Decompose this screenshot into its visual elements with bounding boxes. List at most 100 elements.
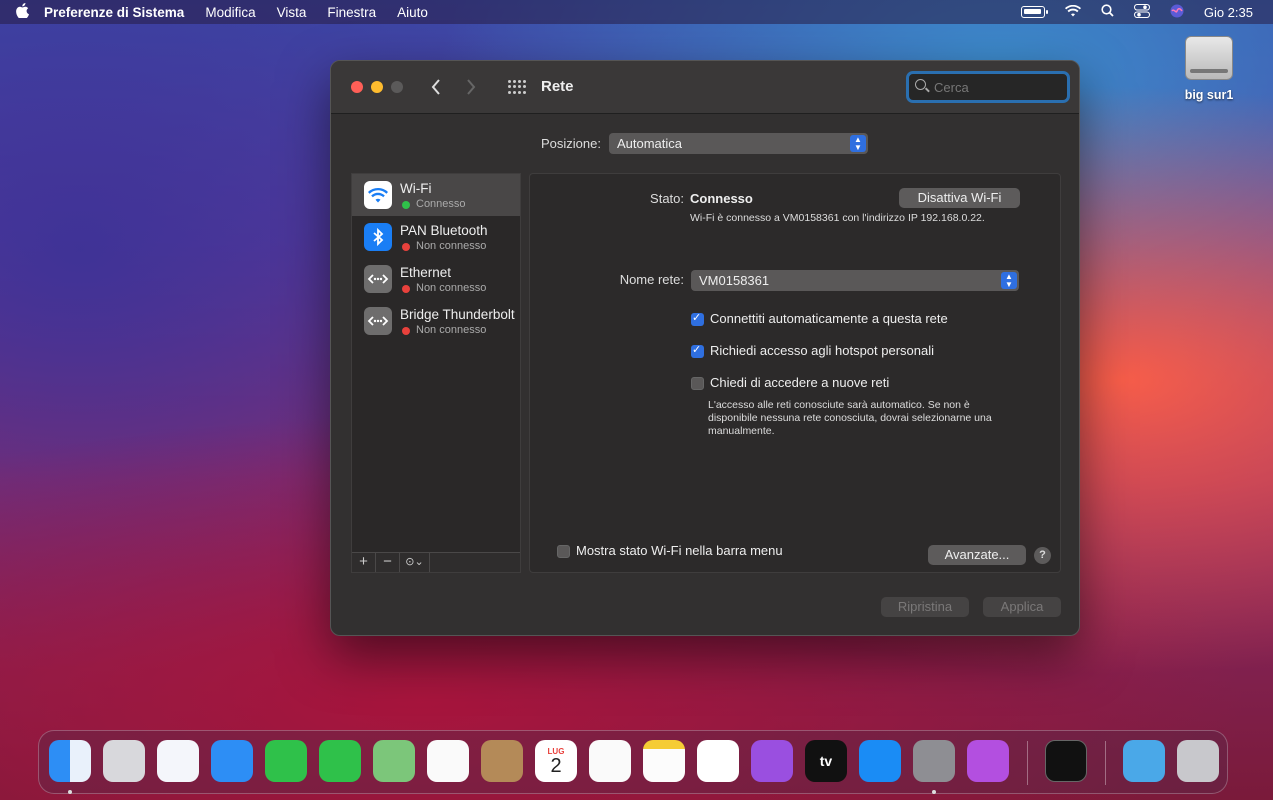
status-label: Stato: (650, 191, 684, 206)
search-icon (915, 79, 926, 90)
desktop-disk[interactable]: big sur1 (1179, 36, 1239, 102)
network-name-label: Nome rete: (619, 272, 684, 287)
service-name: Wi-Fi (400, 181, 432, 196)
status-dot (402, 201, 410, 209)
service-status: Connesso (416, 198, 466, 210)
feedback-assistant-icon[interactable] (967, 740, 1009, 782)
advanced-button[interactable]: Avanzate... (928, 545, 1026, 565)
show-wifi-menubar-checkbox[interactable] (557, 545, 570, 558)
back-button[interactable] (431, 75, 441, 101)
add-service-button[interactable]: + (352, 553, 376, 572)
auto-join-label[interactable]: Connettiti automaticamente a questa rete (710, 311, 948, 326)
contacts-icon[interactable] (481, 740, 523, 782)
bluetooth-icon (364, 223, 392, 251)
apple-menu-icon[interactable] (0, 2, 44, 22)
ask-new-networks-label[interactable]: Chiedi di accedere a nuove reti (710, 375, 889, 390)
battery-icon[interactable] (1020, 6, 1048, 18)
status-dot (402, 285, 410, 293)
running-indicator (68, 790, 72, 794)
service-status: Non connesso (416, 324, 487, 336)
service-ethernet[interactable]: Ethernet Non connesso (352, 258, 520, 300)
zoom-button[interactable] (391, 81, 403, 93)
sidebar-toolbar: + − ⊙⌄ (352, 552, 520, 572)
network-services-list: Wi-Fi Connesso PAN Bluetooth Non conness… (351, 173, 521, 573)
terminal-icon[interactable] (1045, 740, 1087, 782)
trash-icon[interactable] (1177, 740, 1219, 782)
status-description: Wi-Fi è connesso a VM0158361 con l'indir… (690, 212, 985, 224)
close-button[interactable] (351, 81, 363, 93)
menu-clock[interactable]: Gio 2:35 (1204, 5, 1253, 20)
service-name: Ethernet (400, 265, 452, 280)
running-indicator (932, 790, 936, 794)
menu-vista[interactable]: Vista (277, 5, 307, 20)
podcasts-icon[interactable] (751, 740, 793, 782)
remove-service-button[interactable]: − (376, 553, 400, 572)
forward-button[interactable] (466, 75, 476, 101)
service-bridge-thunderbolt[interactable]: Bridge Thunderbolt Non connesso (352, 300, 520, 342)
app-store-icon[interactable] (859, 740, 901, 782)
safari-icon[interactable] (157, 740, 199, 782)
popup-arrows-icon: ▲ ▼ (1001, 272, 1017, 289)
downloads-folder-icon[interactable] (1123, 740, 1165, 782)
service-name: Bridge Thunderbolt (400, 307, 515, 322)
ethernet-icon (364, 307, 392, 335)
revert-button[interactable]: Ripristina (881, 597, 969, 617)
spotlight-icon[interactable] (1101, 4, 1114, 20)
menu-aiuto[interactable]: Aiuto (397, 5, 428, 20)
show-all-grid-icon[interactable] (508, 80, 526, 94)
menu-app-name[interactable]: Preferenze di Sistema (44, 5, 184, 20)
mail-icon[interactable] (211, 740, 253, 782)
messages-icon[interactable] (319, 740, 361, 782)
network-name-popup[interactable]: VM0158361 ▲ ▼ (691, 270, 1019, 291)
menu-modifica[interactable]: Modifica (205, 5, 255, 20)
location-popup[interactable]: Automatica ▲ ▼ (608, 133, 868, 154)
window-title: Rete (541, 78, 574, 95)
service-status: Non connesso (416, 282, 487, 294)
finder-icon[interactable] (49, 740, 91, 782)
control-center-icon[interactable] (1133, 3, 1150, 21)
launchpad-icon[interactable] (103, 740, 145, 782)
status-dot (402, 327, 410, 335)
wifi-status-icon[interactable] (1064, 4, 1081, 20)
siri-icon[interactable] (1170, 4, 1184, 21)
service-wifi[interactable]: Wi-Fi Connesso (352, 174, 520, 216)
menu-finestra[interactable]: Finestra (327, 5, 376, 20)
network-name-value: VM0158361 (699, 273, 770, 288)
system-preferences-icon[interactable] (913, 740, 955, 782)
network-preferences-window: Rete Posizione: Automatica ▲▼ Wi-Fi Conn… (330, 60, 1080, 636)
auto-join-checkbox[interactable] (691, 311, 704, 326)
search-input[interactable] (934, 77, 1059, 97)
photos-icon[interactable] (427, 740, 469, 782)
status-value: Connesso (690, 191, 753, 206)
dock-separator (1105, 741, 1106, 785)
wifi-detail-panel: Stato: Connesso Disattiva Wi-Fi Wi-Fi è … (529, 173, 1061, 573)
location-value: Automatica (616, 136, 683, 151)
external-drive-icon (1185, 36, 1233, 80)
ask-new-networks-checkbox[interactable] (691, 377, 704, 390)
help-button[interactable]: ? (1034, 547, 1051, 564)
music-icon[interactable] (697, 740, 739, 782)
action-menu-button[interactable]: ⊙⌄ (400, 553, 430, 572)
apply-button[interactable]: Applica (983, 597, 1061, 617)
location-label: Posizione: (541, 136, 601, 151)
show-wifi-menubar-label[interactable]: Mostra stato Wi-Fi nella barra menu (576, 543, 783, 558)
dock: LUG 2 tv (38, 730, 1228, 794)
facetime-icon[interactable] (265, 740, 307, 782)
search-field[interactable] (906, 71, 1070, 103)
calendar-icon[interactable]: LUG 2 (535, 740, 577, 782)
tv-label: tv (819, 753, 833, 769)
hotspot-checkbox[interactable] (691, 343, 704, 358)
status-dot (402, 243, 410, 251)
notes-icon[interactable] (643, 740, 685, 782)
ethernet-icon (364, 265, 392, 293)
toggle-wifi-button[interactable]: Disattiva Wi-Fi (899, 188, 1020, 208)
service-pan-bluetooth[interactable]: PAN Bluetooth Non connesso (352, 216, 520, 258)
wifi-icon (364, 181, 392, 209)
reminders-icon[interactable] (589, 740, 631, 782)
ask-new-networks-note: L'accesso alle reti conosciute sarà auto… (708, 399, 992, 437)
minimize-button[interactable] (371, 81, 383, 93)
hotspot-label[interactable]: Richiedi accesso agli hotspot personali (710, 343, 934, 358)
maps-icon[interactable] (373, 740, 415, 782)
title-bar: Rete (331, 61, 1079, 114)
apple-tv-icon[interactable]: tv (805, 740, 847, 782)
